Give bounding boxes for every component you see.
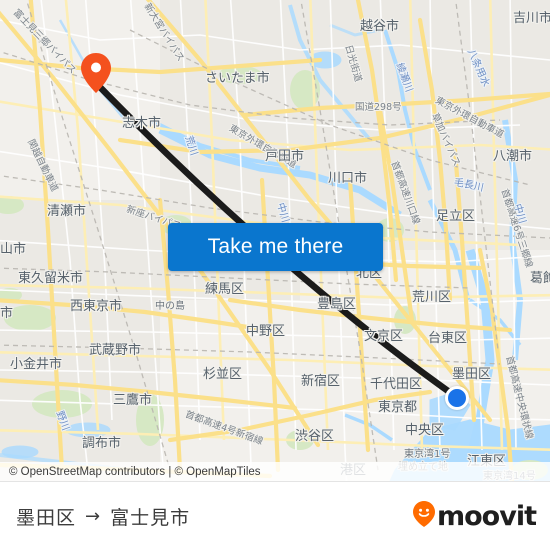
map-share-card: 富士見三郷バイパス 新大宮バイパス 越谷市 吉川市 さいたま市 日光街道 綾瀬川 八条用水 国道… xyxy=(0,0,550,550)
moovit-pin-icon xyxy=(413,500,435,532)
map-attribution[interactable]: © OpenStreetMap contributors | © OpenMap… xyxy=(0,462,550,481)
moovit-logo[interactable]: moovit xyxy=(413,500,537,532)
card-footer: 墨田区 → 富士見市 moovit xyxy=(0,481,550,550)
route-origin: 墨田区 xyxy=(16,506,77,529)
origin-location-pin-icon[interactable] xyxy=(81,53,111,93)
moovit-wordmark: moovit xyxy=(437,500,537,532)
route-destination: 富士見市 xyxy=(110,506,191,529)
destination-dot-marker[interactable] xyxy=(445,386,469,410)
arrow-right-icon: → xyxy=(85,505,102,527)
map-canvas[interactable]: 富士見三郷バイパス 新大宮バイパス 越谷市 吉川市 さいたま市 日光街道 綾瀬川 八条用水 国道… xyxy=(0,0,550,481)
take-me-there-button[interactable]: Take me there xyxy=(168,223,383,271)
route-summary: 墨田区 → 富士見市 xyxy=(16,503,190,530)
attribution-text: © OpenStreetMap contributors | © OpenMap… xyxy=(9,465,261,478)
